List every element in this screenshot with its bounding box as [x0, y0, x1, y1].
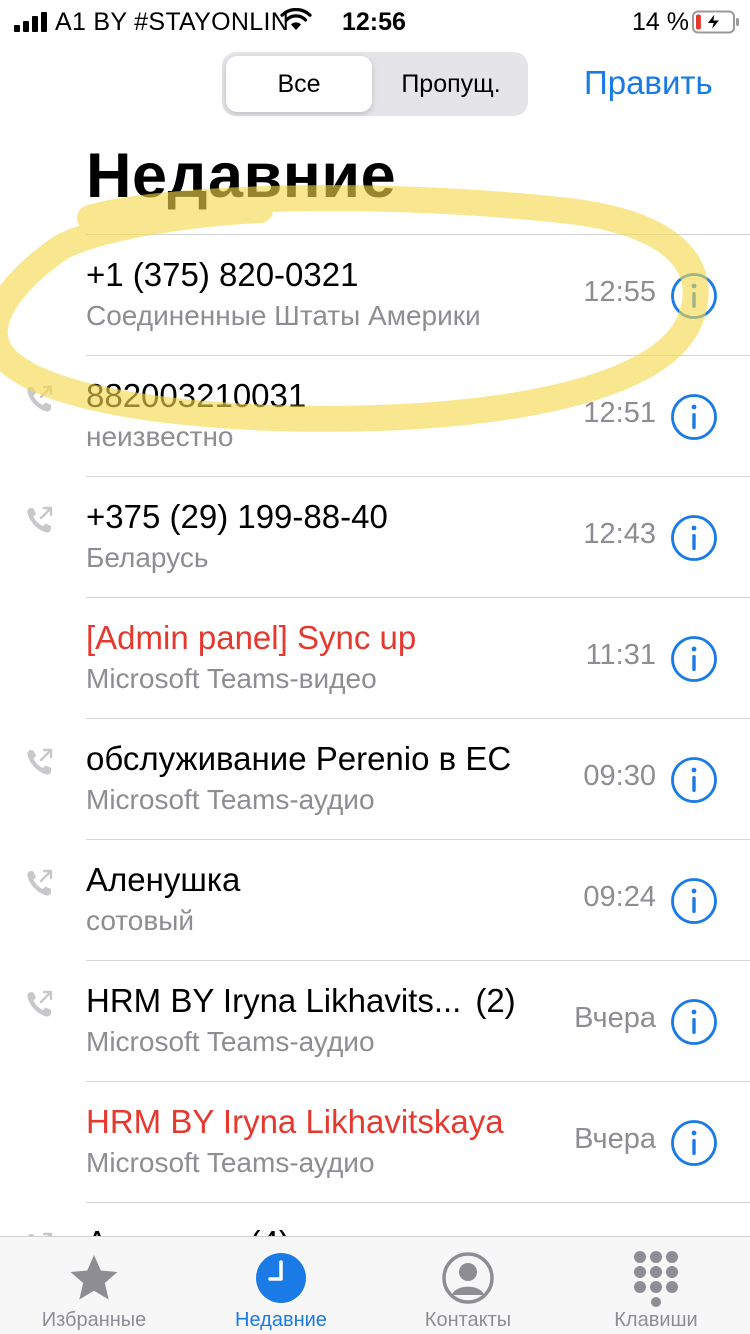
status-time: 12:56 — [342, 8, 406, 36]
carrier-name: A1 BY #STAYONLIN — [55, 8, 290, 36]
info-icon[interactable] — [670, 514, 718, 562]
call-name: [Admin panel] Sync up — [86, 619, 416, 657]
call-row[interactable]: Аленушка сотовый 09:24 — [0, 839, 750, 960]
call-row[interactable]: [Admin panel] Sync up Microsoft Teams-вид… — [0, 597, 750, 718]
info-icon[interactable] — [670, 877, 718, 925]
outgoing-call-icon — [27, 385, 53, 412]
info-icon[interactable] — [670, 998, 718, 1046]
call-time: 12:43 — [583, 518, 656, 550]
outgoing-call-icon — [27, 506, 53, 533]
star-icon — [70, 1255, 118, 1300]
call-time: Вчера — [574, 1002, 656, 1034]
keypad-icon — [634, 1251, 678, 1307]
outgoing-call-icon — [27, 748, 53, 775]
cellular-signal-icon — [14, 12, 47, 32]
segment-missed[interactable]: Пропущ. — [378, 56, 524, 112]
call-time: Вчера — [574, 1123, 656, 1155]
call-time: 09:30 — [583, 760, 656, 792]
edit-button[interactable]: Править — [584, 64, 713, 102]
call-name: обслуживание Perenio в ЕС — [86, 740, 511, 778]
call-count: (2) — [475, 982, 516, 1019]
battery-charging-icon — [692, 10, 739, 34]
call-name-text: HRM BY Iryna Likhavitskaya — [86, 1103, 504, 1140]
call-name: HRM BY Iryna Likhavitskaya — [86, 1103, 504, 1141]
call-name: +375 (29) 199-88-40 — [86, 498, 388, 536]
tab-contacts[interactable]: Контакты — [374, 1237, 562, 1334]
call-detail: Соединенные Штаты Америки — [86, 300, 481, 331]
call-name-text: обслуживание Perenio в ЕС — [86, 740, 512, 777]
calls-filter-segmented-control: Все Пропущ. — [222, 52, 528, 116]
segment-all[interactable]: Все — [226, 56, 372, 112]
call-name: Аленушка — [86, 861, 240, 899]
call-detail: Microsoft Teams-аудио — [86, 1147, 375, 1178]
page-title: Недавние — [86, 141, 397, 211]
call-row[interactable]: HRM BY Iryna Likhavitskaya Microsoft Team… — [0, 1081, 750, 1202]
tab-bar: Избранные Недавние Контакты Клавиши — [0, 1236, 750, 1334]
call-row[interactable]: HRM BY Iryna Likhavits... (2) Microsoft Te… — [0, 960, 750, 1081]
outgoing-call-icon — [27, 869, 53, 896]
call-name-text: Аленушка — [86, 861, 241, 898]
call-time: 12:51 — [583, 397, 656, 429]
tab-label: Избранные — [41, 1309, 147, 1331]
info-icon[interactable] — [670, 272, 718, 320]
call-row[interactable]: обслуживание Perenio в ЕС Microsoft Teams… — [0, 718, 750, 839]
call-name-text: 882003210031 — [86, 377, 307, 414]
call-time: 09:24 — [583, 881, 656, 913]
call-time: 11:31 — [585, 639, 656, 671]
call-detail: Беларусь — [86, 542, 209, 573]
info-icon[interactable] — [670, 635, 718, 683]
tab-keypad[interactable]: Клавиши — [562, 1237, 750, 1334]
info-icon[interactable] — [670, 756, 718, 804]
tab-label: Недавние — [235, 1309, 327, 1331]
call-name: 882003210031 — [86, 377, 306, 415]
call-detail: Microsoft Teams-видео — [86, 663, 377, 694]
call-time: 12:55 — [583, 276, 656, 308]
status-bar: A1 BY #STAYONLIN 12:56 14 % — [0, 0, 750, 44]
tab-label: Клавиши — [614, 1309, 698, 1331]
call-name-text: +375 (29) 199-88-40 — [86, 498, 388, 535]
call-name-text: HRM BY Iryna Likhavits... — [86, 982, 462, 1019]
call-name-text: [Admin panel] Sync up — [86, 619, 417, 656]
wifi-icon — [280, 8, 312, 30]
call-detail: неизвестно — [86, 421, 234, 452]
outgoing-call-icon — [27, 990, 53, 1017]
call-row[interactable]: +375 (29) 199-88-40 Беларусь 12:43 — [0, 476, 750, 597]
call-name: HRM BY Iryna Likhavits... (2) — [86, 982, 516, 1020]
person-icon — [442, 1252, 494, 1304]
call-name: +1 (375) 820-0321 — [86, 256, 358, 294]
tab-label: Контакты — [424, 1309, 512, 1331]
info-icon[interactable] — [670, 1119, 718, 1167]
call-row[interactable]: 882003210031 неизвестно 12:51 — [0, 355, 750, 476]
call-row[interactable]: +1 (375) 820-0321 Соединенные Штаты Амери… — [0, 234, 750, 355]
tab-recents[interactable]: Недавние — [187, 1237, 375, 1334]
call-name-text: +1 (375) 820-0321 — [86, 256, 359, 293]
call-detail: сотовый — [86, 905, 194, 936]
recents-list: +1 (375) 820-0321 Соединенные Штаты Амери… — [0, 234, 750, 1242]
tab-favorites[interactable]: Избранные — [0, 1237, 188, 1334]
call-detail: Microsoft Teams-аудио — [86, 1026, 375, 1057]
info-icon[interactable] — [670, 393, 718, 441]
call-detail: Microsoft Teams-аудио — [86, 784, 375, 815]
battery-percent: 14 % — [632, 8, 689, 36]
clock-icon — [256, 1253, 306, 1303]
